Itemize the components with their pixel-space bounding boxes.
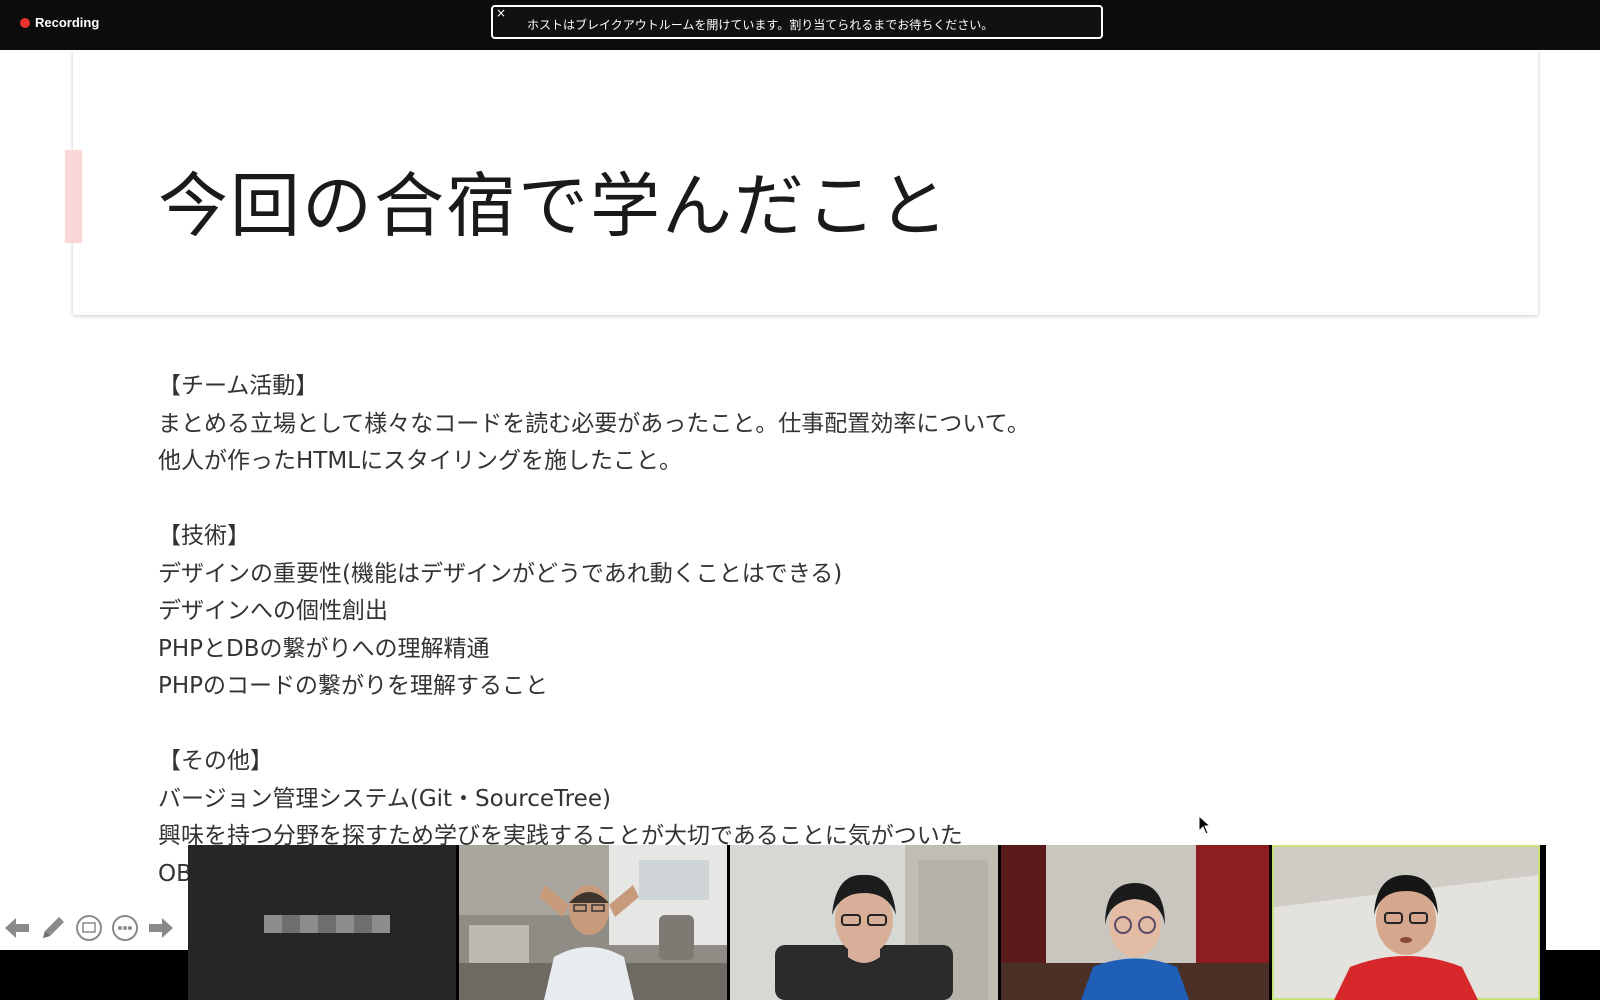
body-line: デザインへの個性創出 — [158, 598, 388, 624]
slide-title: 今回の合宿で学んだこと — [158, 165, 950, 247]
recording-label: Recording — [35, 15, 100, 30]
participant-tile[interactable] — [459, 845, 727, 1000]
participant-video — [459, 845, 727, 1000]
arrow-right-icon[interactable] — [147, 914, 175, 942]
participant-tile[interactable] — [730, 845, 998, 1000]
screen-icon[interactable] — [75, 914, 103, 942]
more-icon[interactable] — [111, 914, 139, 942]
close-icon[interactable]: × — [496, 6, 506, 20]
slide-body: 【チーム活動】 まとめる立場として様々なコードを読む必要があったこと。仕事配置効… — [158, 368, 1358, 893]
meeting-top-bar: Recording × ホストはブレイクアウトルームを開けています。割り当てられ… — [0, 0, 1600, 50]
blurred-participant-name — [264, 915, 390, 933]
participant-video — [1274, 847, 1538, 1000]
participant-video — [1001, 845, 1269, 1000]
breakout-room-notice: × ホストはブレイクアウトルームを開けています。割り当てられるまでお待ちください… — [491, 5, 1103, 39]
participant-video — [730, 845, 998, 1000]
participant-tile[interactable] — [1001, 845, 1269, 1000]
notice-text: ホストはブレイクアウトルームを開けています。割り当てられるまでお待ちください。 — [527, 18, 994, 32]
title-accent-bar — [65, 150, 82, 243]
recording-dot-icon — [20, 17, 30, 28]
recording-indicator[interactable]: Recording — [20, 15, 99, 30]
body-line: バージョン管理システム(Git・SourceTree) — [158, 785, 611, 812]
participant-tile-active-speaker[interactable] — [1272, 845, 1540, 1000]
pencil-icon[interactable] — [39, 914, 67, 942]
participant-video-strip — [188, 845, 1546, 1000]
body-line: まとめる立場として様々なコードを読む必要があったこと。仕事配置効率について。 — [158, 410, 1030, 437]
slide-toolbar — [3, 914, 175, 942]
body-line: 他人が作ったHTMLにスタイリングを施したこと。 — [158, 448, 683, 474]
participant-tile-no-video[interactable] — [188, 845, 456, 1000]
body-line: デザインの重要性(機能はデザインがどうであれ動くことはできる) — [158, 560, 843, 587]
section-heading: 【その他】 — [158, 748, 273, 774]
section-heading: 【技術】 — [158, 523, 250, 549]
mouse-cursor-icon — [1198, 815, 1212, 835]
body-line: PHPのコードの繋がりを理解すること — [158, 673, 549, 699]
arrow-left-icon[interactable] — [3, 914, 31, 942]
section-heading: 【チーム活動】 — [158, 373, 319, 399]
body-line: PHPとDBの繋がりへの理解精通 — [158, 635, 490, 662]
